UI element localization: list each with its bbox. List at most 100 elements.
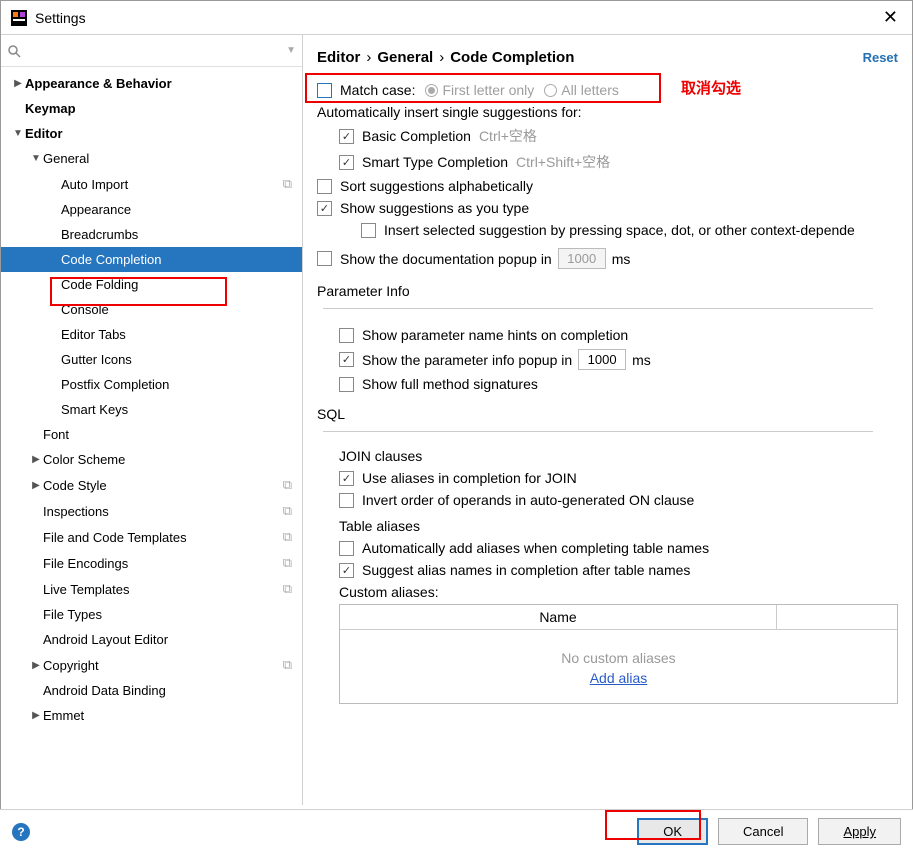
tree-item-appearance-behavior[interactable]: ▶Appearance & Behavior <box>1 71 302 96</box>
smart-completion-label: Smart Type Completion <box>362 154 508 170</box>
show-as-type-checkbox[interactable] <box>317 201 332 216</box>
chevron-icon: ▶ <box>29 710 43 721</box>
tree-item-copyright[interactable]: ▶Copyright⧉ <box>1 652 302 678</box>
sql-heading: SQL <box>317 406 898 438</box>
tree-item-label: Keymap <box>25 101 76 116</box>
tree-item-live-templates[interactable]: Live Templates ⧉ <box>1 576 302 602</box>
tree-item-android-data-binding[interactable]: Android Data Binding <box>1 678 302 703</box>
auto-add-label: Automatically add aliases when completin… <box>362 540 709 556</box>
breadcrumb: Editor›General›Code Completion <box>317 49 574 66</box>
insert-selected-label: Insert selected suggestion by pressing s… <box>384 222 855 238</box>
search-input[interactable] <box>25 39 286 62</box>
tree-item-gutter-icons[interactable]: Gutter Icons <box>1 347 302 372</box>
titlebar: Settings ✕ <box>1 1 912 35</box>
insert-selected-checkbox[interactable] <box>361 223 376 238</box>
tree-item-font[interactable]: Font <box>1 422 302 447</box>
apply-button[interactable]: Apply <box>818 818 901 845</box>
tree-item-smart-keys[interactable]: Smart Keys <box>1 397 302 422</box>
dropdown-icon[interactable]: ▼ <box>286 45 296 56</box>
scope-icon: ⧉ <box>283 581 296 597</box>
tree-item-inspections[interactable]: Inspections⧉ <box>1 498 302 524</box>
custom-aliases-label: Custom aliases: <box>339 584 898 600</box>
tree-item-postfix-completion[interactable]: Postfix Completion <box>1 372 302 397</box>
reset-link[interactable]: Reset <box>863 50 898 65</box>
show-doc-input[interactable] <box>558 248 606 269</box>
tree-item-label: Code Folding <box>61 277 138 292</box>
suggest-alias-checkbox[interactable] <box>339 563 354 578</box>
close-icon[interactable]: ✕ <box>879 7 902 28</box>
auto-insert-heading: Automatically insert single suggestions … <box>317 104 582 120</box>
tree-item-label: Copyright <box>43 658 99 673</box>
ok-button[interactable]: OK <box>637 818 708 845</box>
tree-item-label: Live Templates <box>43 582 129 597</box>
tree-item-keymap[interactable]: Keymap <box>1 96 302 121</box>
tree-item-code-style[interactable]: ▶Code Style⧉ <box>1 472 302 498</box>
chevron-icon: ▼ <box>29 153 43 164</box>
suggest-alias-label: Suggest alias names in completion after … <box>362 562 690 578</box>
tree-item-label: Color Scheme <box>43 452 125 467</box>
param-hints-checkbox[interactable] <box>339 328 354 343</box>
chevron-icon: ▶ <box>29 454 43 465</box>
first-letter-label: First letter only <box>442 82 534 98</box>
invert-order-label: Invert order of operands in auto-generat… <box>362 492 694 508</box>
tree-item-console[interactable]: Console <box>1 297 302 322</box>
use-aliases-label: Use aliases in completion for JOIN <box>362 470 577 486</box>
show-doc-label: Show the documentation popup in <box>340 251 552 267</box>
scope-icon: ⧉ <box>283 503 296 519</box>
use-aliases-checkbox[interactable] <box>339 471 354 486</box>
tree-item-general[interactable]: ▼General <box>1 146 302 171</box>
tree-item-label: Smart Keys <box>61 402 128 417</box>
join-heading: JOIN clauses <box>339 448 898 464</box>
scope-icon: ⧉ <box>283 555 296 571</box>
footer: ? OK Cancel Apply <box>0 809 913 853</box>
tree-item-android-layout-editor[interactable]: Android Layout Editor <box>1 627 302 652</box>
tree-item-editor[interactable]: ▼Editor <box>1 121 302 146</box>
table-name-col: Name <box>340 605 777 629</box>
sidebar: ▼ ▶Appearance & BehaviorKeymap▼Editor▼Ge… <box>1 35 303 805</box>
basic-completion-checkbox[interactable] <box>339 129 354 144</box>
all-letters-radio[interactable] <box>544 84 557 97</box>
chevron-icon: ▶ <box>29 480 43 491</box>
show-doc-checkbox[interactable] <box>317 251 332 266</box>
tree-item-code-folding[interactable]: Code Folding <box>1 272 302 297</box>
tree-item-label: Android Data Binding <box>43 683 166 698</box>
tree-item-breadcrumbs[interactable]: Breadcrumbs <box>1 222 302 247</box>
tree-item-color-scheme[interactable]: ▶Color Scheme <box>1 447 302 472</box>
scope-icon: ⧉ <box>283 657 296 673</box>
match-case-checkbox[interactable] <box>317 83 332 98</box>
settings-tree: ▶Appearance & BehaviorKeymap▼Editor▼Gene… <box>1 67 302 805</box>
tree-item-auto-import[interactable]: Auto Import ⧉ <box>1 171 302 197</box>
tree-item-label: General <box>43 151 89 166</box>
param-popup-input[interactable] <box>578 349 626 370</box>
aliases-table: Name No custom aliases Add alias <box>339 604 898 704</box>
tree-item-file-and-code-templates[interactable]: File and Code Templates⧉ <box>1 524 302 550</box>
tree-item-label: Breadcrumbs <box>61 227 138 242</box>
tree-item-code-completion[interactable]: Code Completion <box>1 247 302 272</box>
table-col2 <box>777 605 897 629</box>
param-popup-checkbox[interactable] <box>339 352 354 367</box>
tree-item-file-encodings[interactable]: File Encodings⧉ <box>1 550 302 576</box>
full-method-label: Show full method signatures <box>362 376 538 392</box>
full-method-checkbox[interactable] <box>339 377 354 392</box>
tree-item-label: Emmet <box>43 708 84 723</box>
first-letter-radio[interactable] <box>425 84 438 97</box>
auto-add-checkbox[interactable] <box>339 541 354 556</box>
tree-item-label: Appearance & Behavior <box>25 76 172 91</box>
scope-icon: ⧉ <box>283 176 296 192</box>
invert-order-checkbox[interactable] <box>339 493 354 508</box>
all-letters-label: All letters <box>561 82 619 98</box>
smart-completion-checkbox[interactable] <box>339 155 354 170</box>
add-alias-link[interactable]: Add alias <box>340 670 897 692</box>
tree-item-editor-tabs[interactable]: Editor Tabs <box>1 322 302 347</box>
cancel-button[interactable]: Cancel <box>718 818 808 845</box>
tree-item-label: Appearance <box>61 202 131 217</box>
tree-item-appearance[interactable]: Appearance <box>1 197 302 222</box>
tree-item-file-types[interactable]: File Types <box>1 602 302 627</box>
param-popup-label: Show the parameter info popup in <box>362 352 572 368</box>
ms-label: ms <box>612 251 631 267</box>
tree-item-emmet[interactable]: ▶Emmet <box>1 703 302 728</box>
sort-checkbox[interactable] <box>317 179 332 194</box>
search-row: ▼ <box>1 35 302 67</box>
tree-item-label: Auto Import <box>61 177 128 192</box>
help-icon[interactable]: ? <box>12 823 30 841</box>
